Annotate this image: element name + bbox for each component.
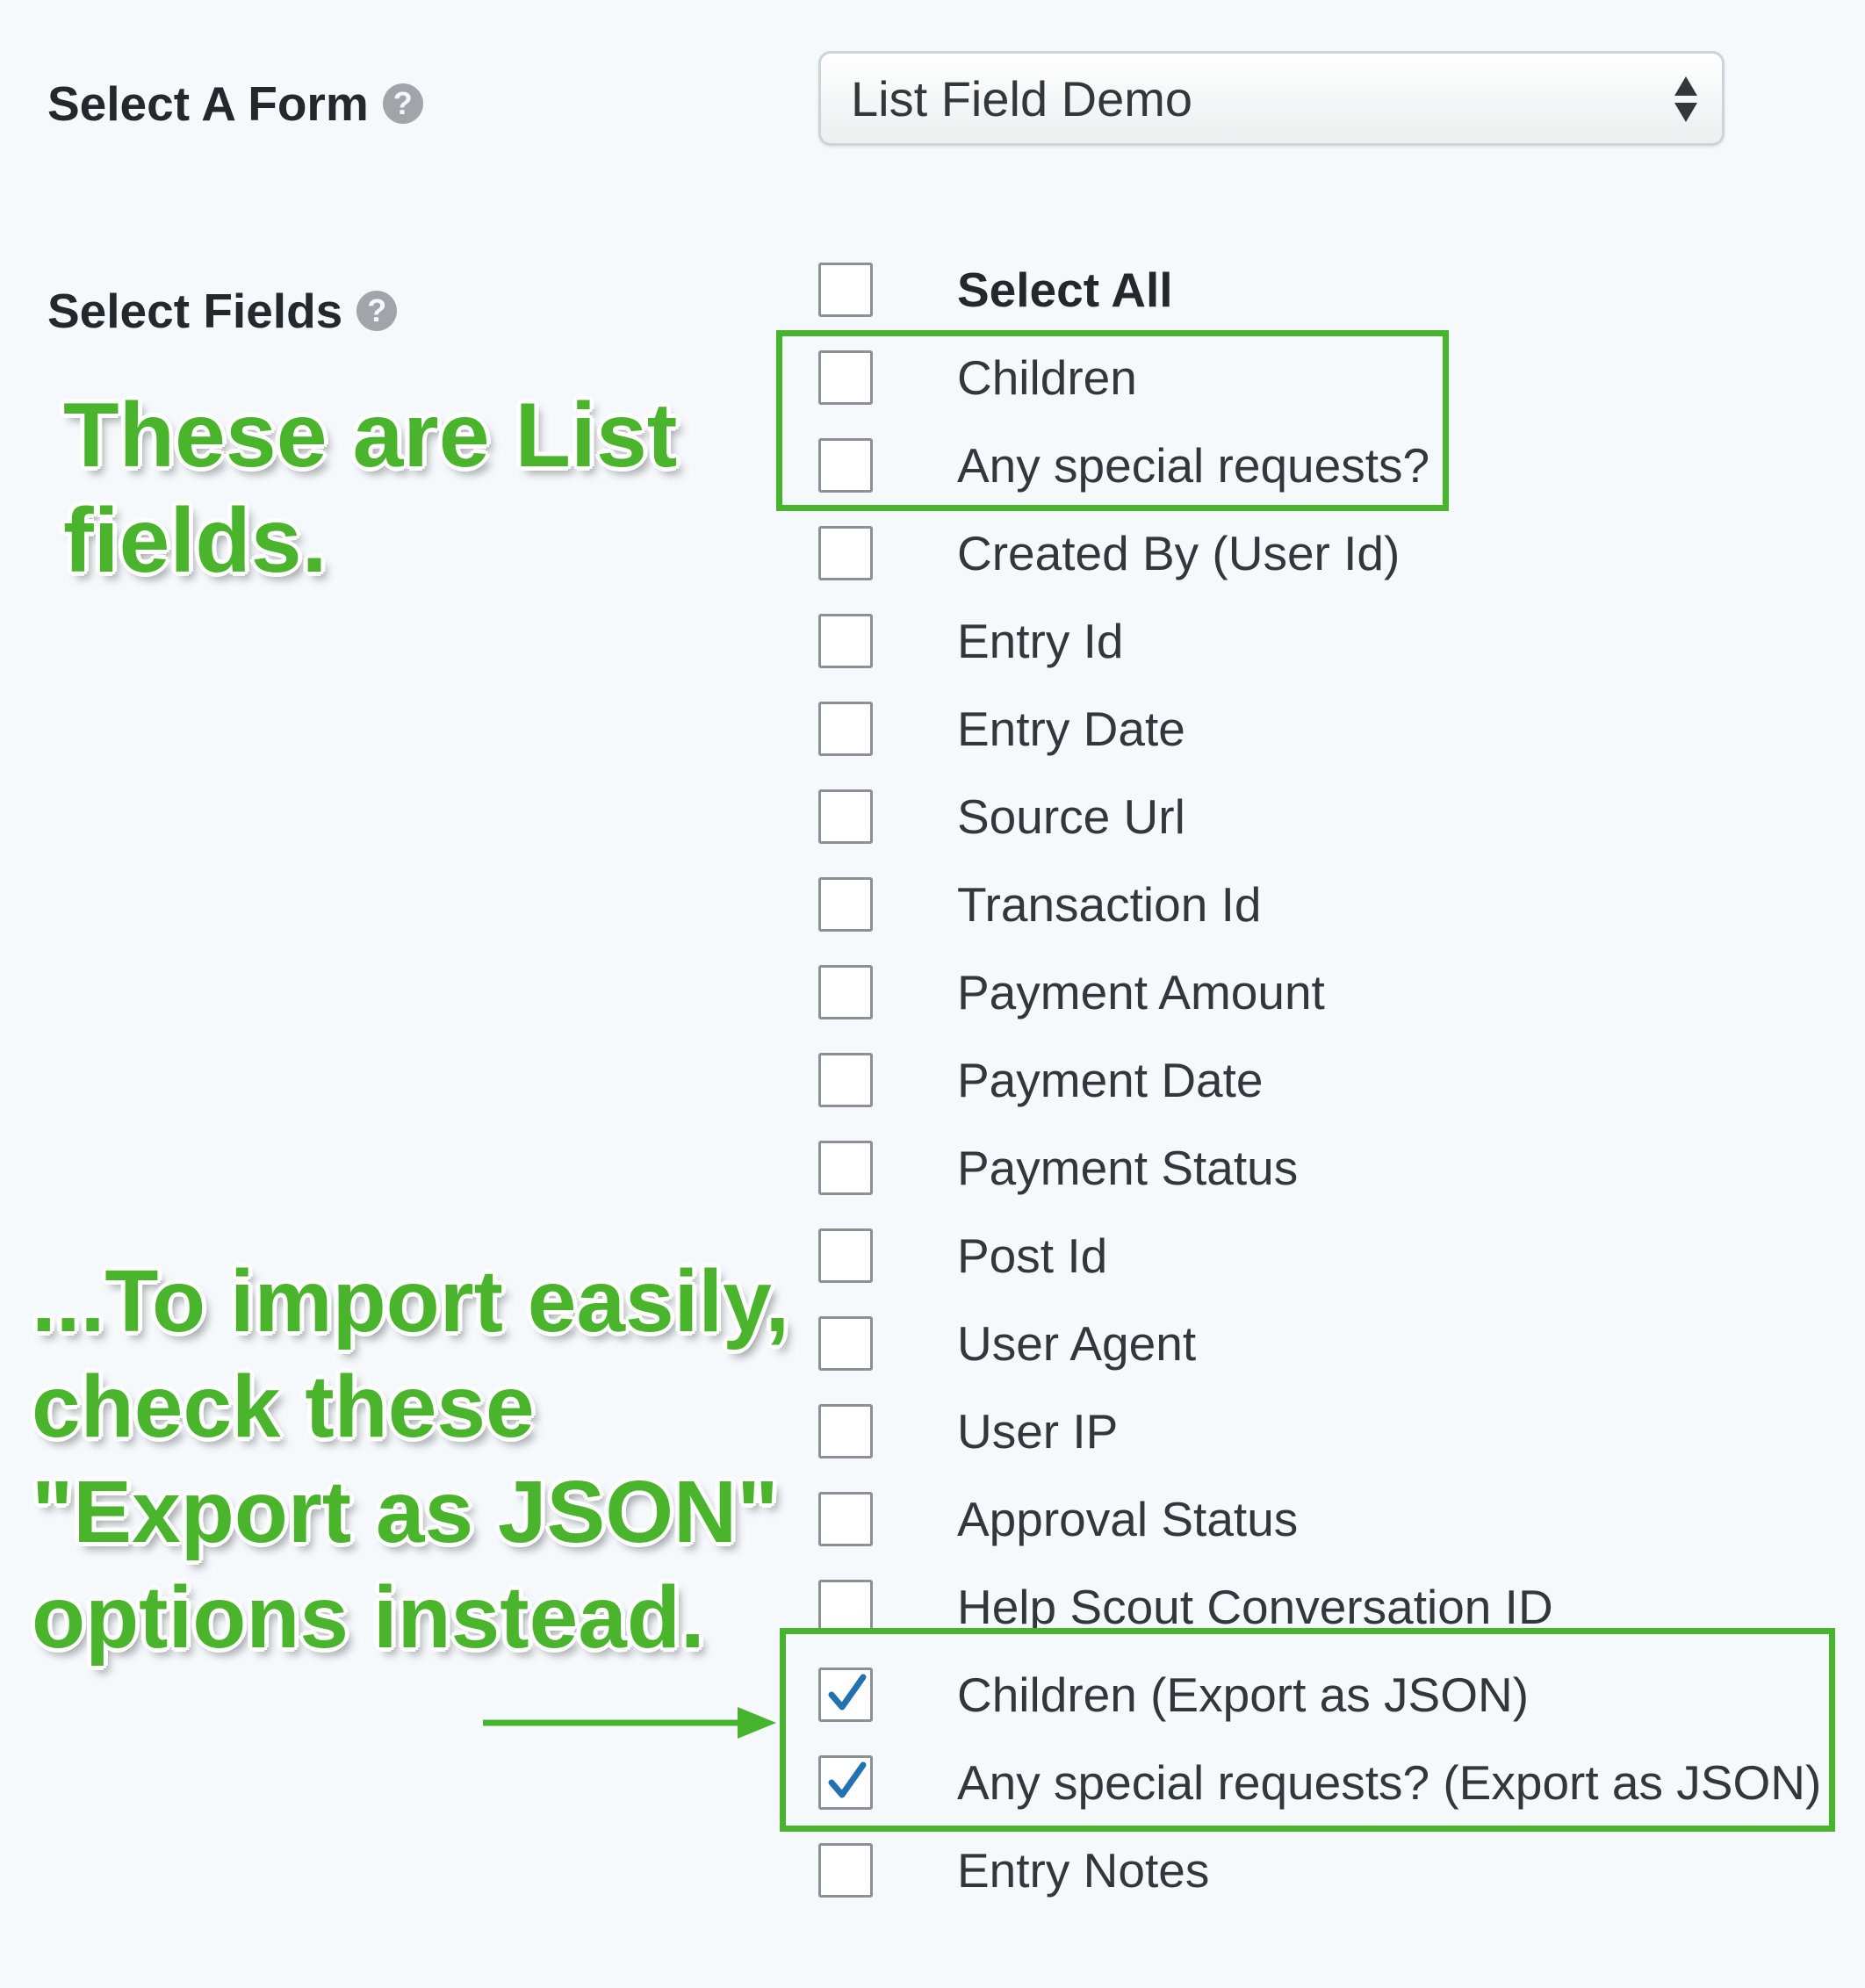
select-form-label: Select A Form ? — [47, 76, 423, 132]
field-checkbox[interactable] — [818, 1141, 873, 1195]
field-option[interactable]: Entry Id — [818, 613, 1124, 669]
field-label: Post Id — [957, 1228, 1108, 1283]
field-option[interactable]: Entry Notes — [818, 1842, 1209, 1898]
field-checkbox[interactable] — [818, 614, 873, 668]
field-label: Entry Id — [957, 614, 1124, 668]
field-checkbox[interactable] — [818, 1228, 873, 1283]
field-option[interactable]: Transaction Id — [818, 876, 1261, 933]
field-checkbox[interactable] — [818, 1316, 873, 1371]
field-checkbox[interactable] — [818, 877, 873, 932]
field-label: Payment Status — [957, 1141, 1299, 1195]
field-option[interactable]: Payment Amount — [818, 964, 1325, 1020]
field-option[interactable]: User Agent — [818, 1315, 1196, 1372]
field-option[interactable]: User IP — [818, 1403, 1118, 1459]
field-option[interactable]: Help Scout Conversation ID — [818, 1579, 1553, 1635]
field-checkbox[interactable] — [818, 1580, 873, 1634]
field-label: User Agent — [957, 1316, 1197, 1371]
help-icon[interactable]: ? — [382, 83, 423, 124]
field-label: Payment Amount — [957, 965, 1325, 1019]
field-label: Created By (User Id) — [957, 526, 1401, 580]
field-label: Approval Status — [957, 1492, 1299, 1546]
field-label: Payment Date — [957, 1053, 1264, 1107]
json-fields-highlight-box — [780, 1628, 1835, 1832]
field-checkbox[interactable] — [818, 1053, 873, 1107]
arrow-right-icon — [483, 1707, 776, 1739]
select-arrows-icon — [1674, 76, 1697, 122]
field-checkbox[interactable] — [818, 1404, 873, 1459]
field-checkbox[interactable] — [818, 702, 873, 756]
field-option[interactable]: Entry Date — [818, 701, 1185, 757]
field-label: Entry Notes — [957, 1843, 1210, 1898]
field-option[interactable]: Payment Status — [818, 1140, 1298, 1196]
field-label: Help Scout Conversation ID — [957, 1580, 1553, 1634]
field-label: Source Url — [957, 789, 1185, 844]
field-option[interactable]: Payment Date — [818, 1052, 1264, 1108]
field-checkbox[interactable] — [818, 965, 873, 1019]
form-select-value: List Field Demo — [851, 70, 1193, 126]
select-all-label: Select All — [957, 263, 1173, 317]
select-fields-label-text: Select Fields — [47, 284, 343, 338]
field-label: User IP — [957, 1404, 1119, 1459]
select-all-checkbox[interactable] — [818, 263, 873, 317]
field-label: Transaction Id — [957, 877, 1262, 932]
list-fields-annotation: These are List fields. — [63, 385, 678, 592]
field-checkbox[interactable] — [818, 1492, 873, 1546]
field-label: Entry Date — [957, 702, 1185, 756]
select-all-option[interactable]: Select All — [818, 262, 1173, 318]
json-export-annotation: ...To import easily, check these "Export… — [32, 1252, 790, 1667]
field-checkbox[interactable] — [818, 1843, 873, 1898]
field-option[interactable]: Post Id — [818, 1228, 1107, 1284]
select-fields-label: Select Fields ? — [47, 283, 398, 339]
form-select-dropdown[interactable]: List Field Demo — [818, 51, 1725, 146]
field-checkbox[interactable] — [818, 789, 873, 844]
field-checkbox[interactable] — [818, 526, 873, 580]
select-form-label-text: Select A Form — [47, 76, 369, 131]
field-option[interactable]: Source Url — [818, 789, 1185, 845]
field-option[interactable]: Created By (User Id) — [818, 525, 1400, 581]
help-icon[interactable]: ? — [356, 291, 398, 331]
list-fields-highlight-box — [776, 330, 1449, 511]
field-option[interactable]: Approval Status — [818, 1491, 1298, 1547]
